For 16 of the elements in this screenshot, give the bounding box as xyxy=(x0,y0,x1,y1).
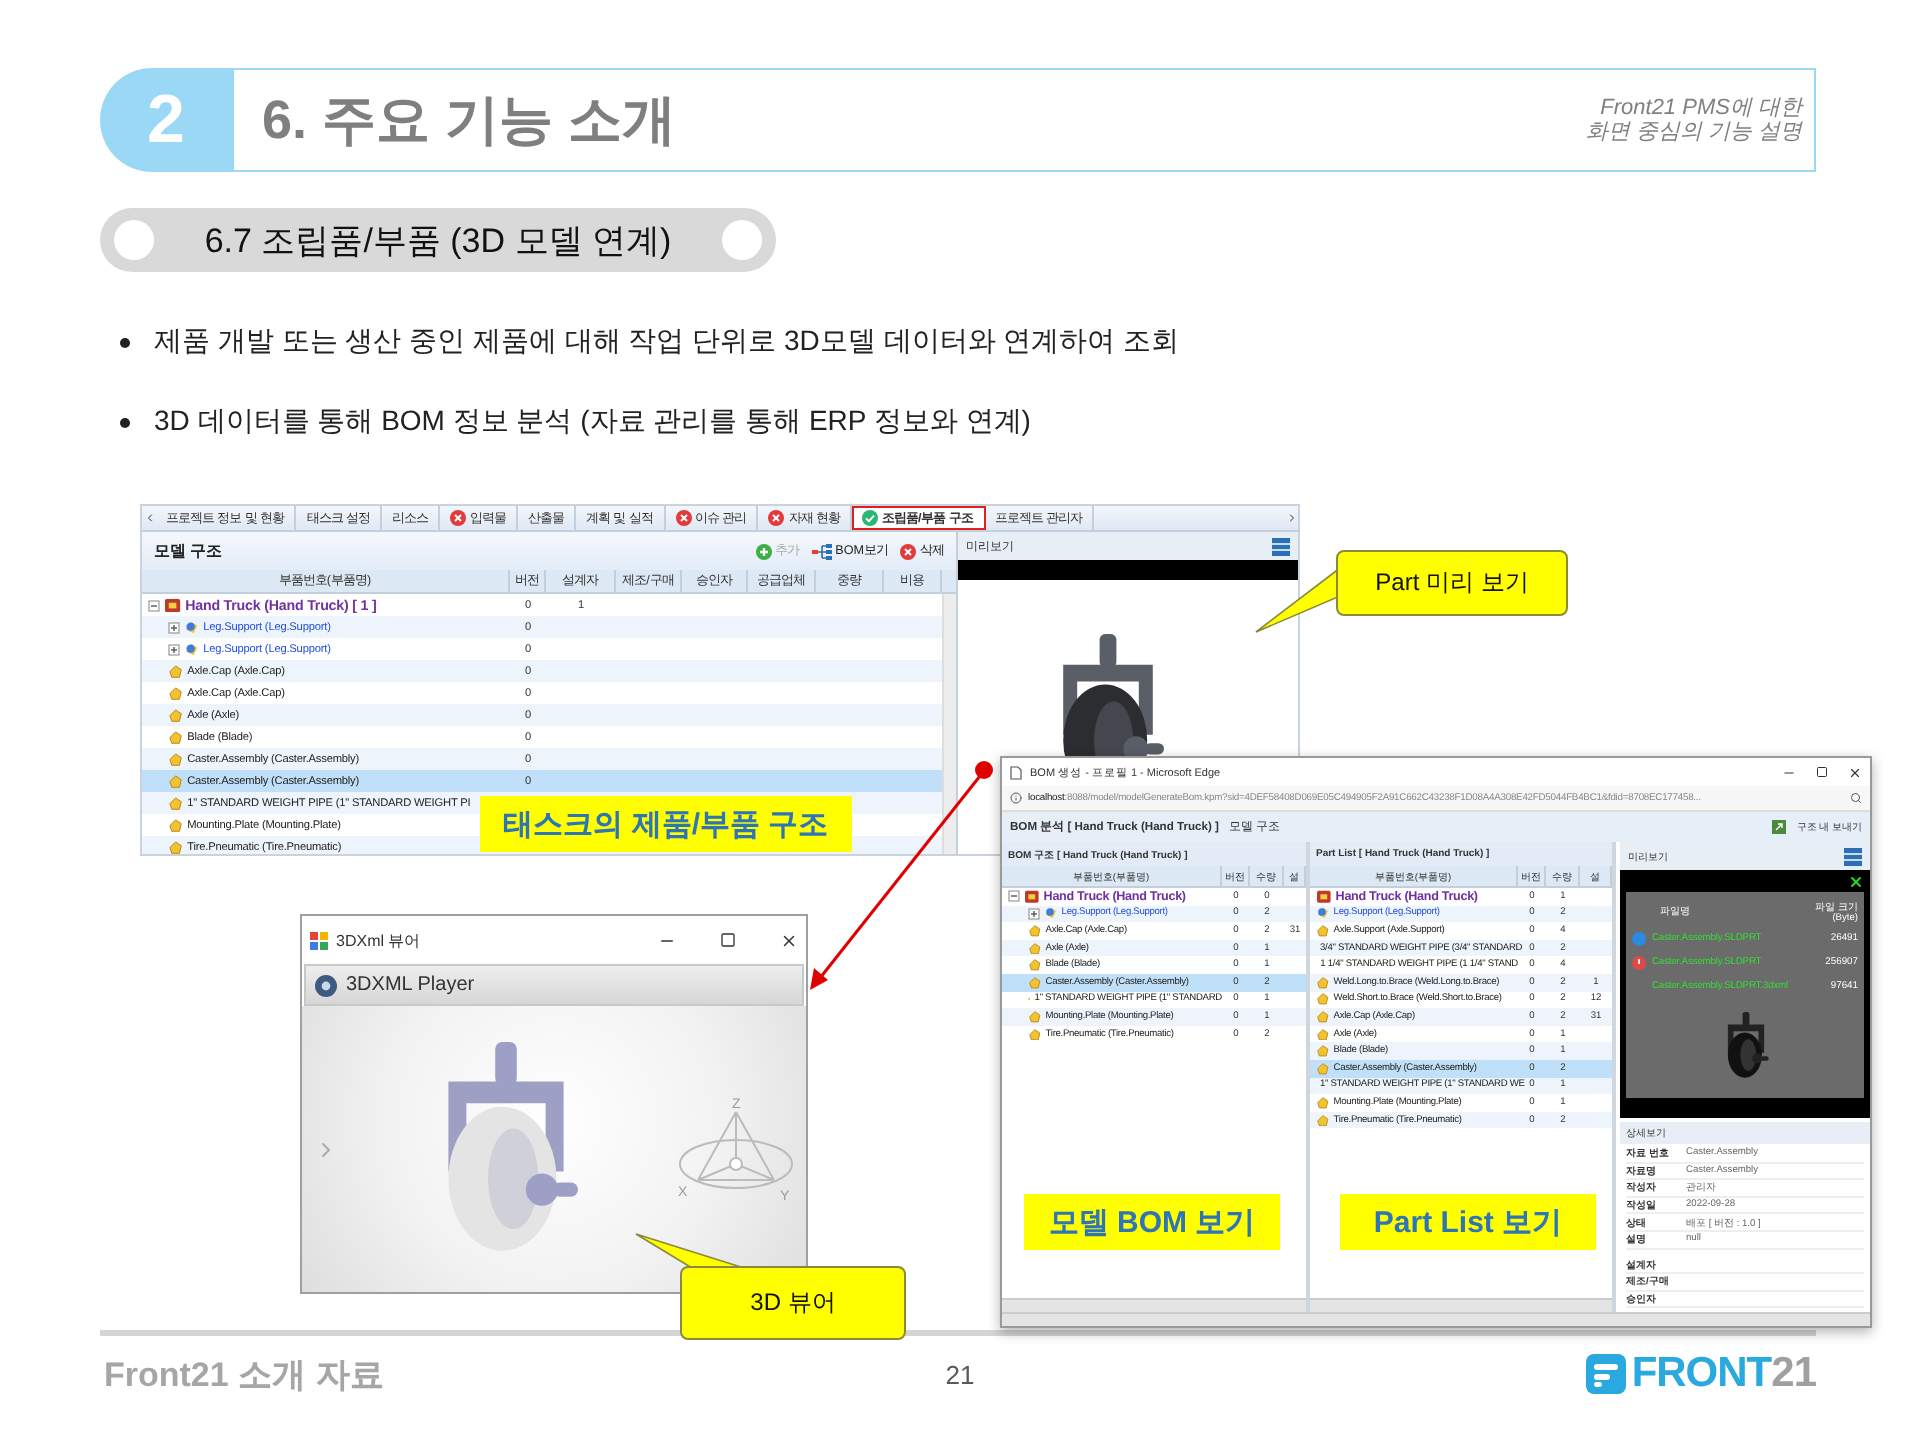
toolbar-title: 3DXML Player xyxy=(346,974,475,996)
callout-tooltip: Part List 보기 xyxy=(1340,1194,1596,1250)
slide-title: 6. 주요 기능 소개 xyxy=(262,88,677,154)
subtitle-line: Front21 PMS에 대한 xyxy=(1600,95,1802,120)
bullet-text: 3D 데이터를 통해 BOM 정보 분석 (자료 관리를 통해 ERP 정보와 연계) xyxy=(154,404,1031,440)
bullet-text: 제품 개발 또는 생산 중인 제품에 대해 작업 단위로 3D모델 데이터와 연계하여 조회 xyxy=(154,324,1180,360)
section-title: 6.7 조립품/부품 (3D 모델 연계) xyxy=(204,219,672,263)
page-number: 21 xyxy=(945,1359,975,1389)
callout-tooltip: 태스크의 제품/부품 구조 xyxy=(480,796,852,852)
footer-title: Front21 소개 자료 xyxy=(104,1353,386,1397)
logo-wordmark: FRONT21 xyxy=(1631,1350,1816,1398)
panel-title: 모델 구조 xyxy=(154,540,223,562)
callout-tooltip: 모델 BOM 보기 xyxy=(1024,1194,1280,1250)
section-number-badge: 2 xyxy=(100,68,232,172)
window-title: 3DXml 뷰어 xyxy=(336,929,423,951)
subtitle-line: 화면 중심의 기능 설명 xyxy=(1585,120,1802,145)
